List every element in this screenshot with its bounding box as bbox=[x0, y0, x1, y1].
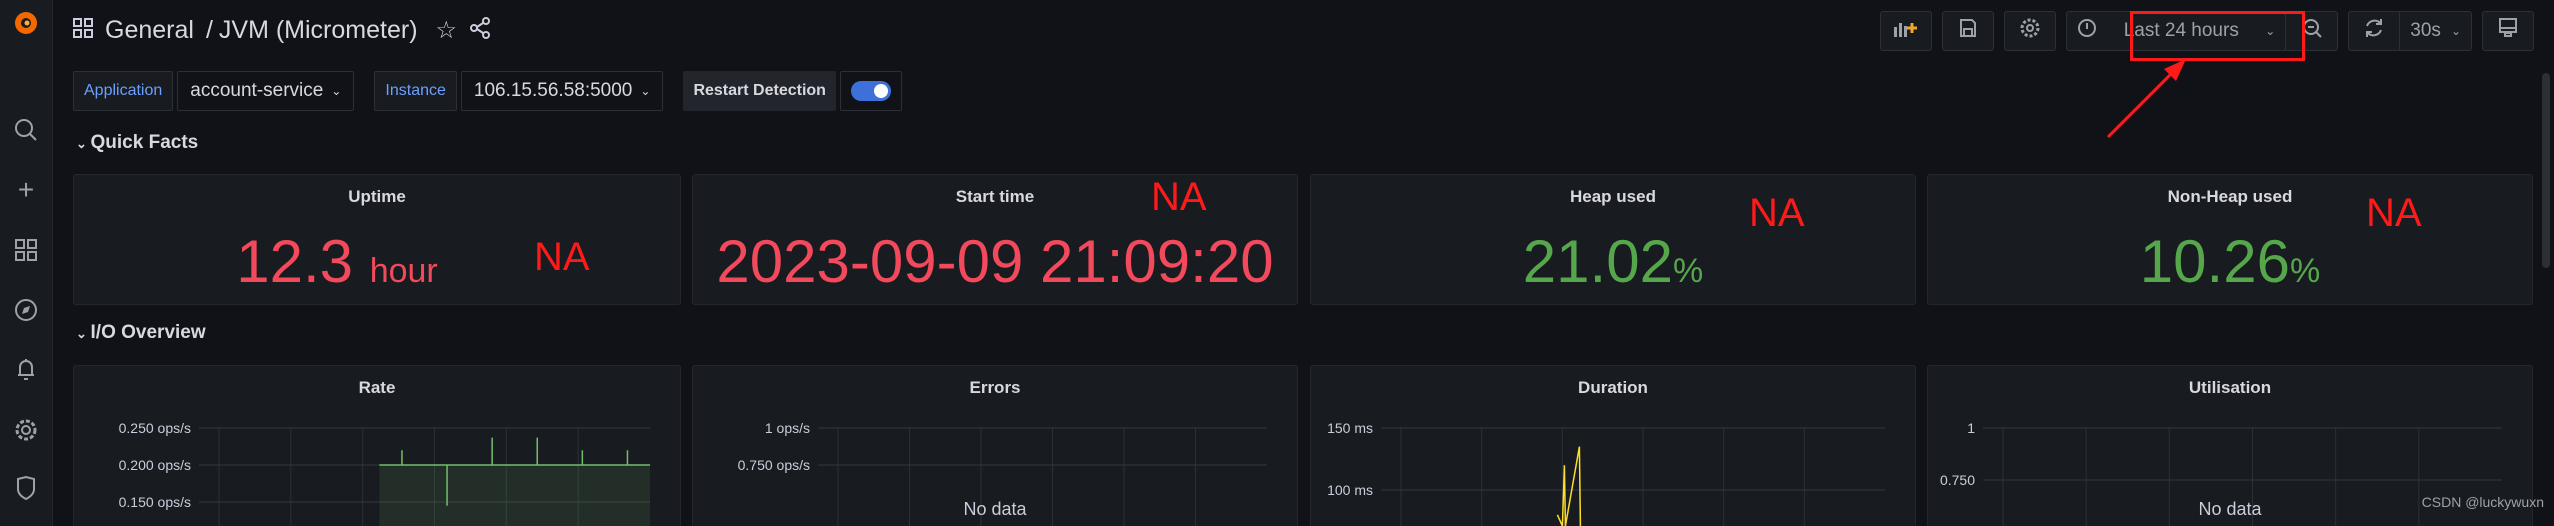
series-area bbox=[379, 465, 650, 526]
y-tick-label: 100 ms bbox=[1327, 482, 1373, 498]
chevron-down-icon: ⌄ bbox=[76, 326, 91, 341]
duration-panel: Duration 150 ms 100 ms bbox=[1310, 365, 1916, 526]
breadcrumb-folder[interactable]: General bbox=[105, 16, 194, 45]
errors-panel: Errors 1 ops/s 0.750 ops/s No data bbox=[692, 365, 1298, 526]
breadcrumb-separator: / bbox=[205, 15, 213, 44]
restart-detection-label: Restart Detection bbox=[683, 71, 836, 111]
rate-panel: Rate 0.250 ops/s 0.200 ops/s 0.150 ops/s bbox=[73, 365, 681, 526]
restart-detection-toggle[interactable] bbox=[839, 71, 902, 111]
watermark: CSDN @luckywuxn bbox=[2421, 494, 2544, 510]
scrollbar[interactable] bbox=[2542, 73, 2550, 268]
dashboard-grid-icon bbox=[73, 17, 93, 43]
stat-value: 21.02% bbox=[1522, 228, 1704, 295]
application-select[interactable]: account-service ⌄ bbox=[177, 71, 355, 111]
clock-icon bbox=[2077, 18, 2097, 44]
non-heap-used-panel: Non-Heap used 10.26% NA bbox=[1927, 174, 2533, 305]
y-tick-label: 0.750 bbox=[1940, 472, 1975, 488]
explore-compass-icon[interactable] bbox=[10, 294, 42, 326]
instance-variable-label: Instance bbox=[374, 71, 457, 111]
annotation-na: NA bbox=[1749, 191, 1805, 235]
no-data-label: No data bbox=[963, 499, 1027, 519]
refresh-interval-label: 30s bbox=[2410, 20, 2441, 41]
panel-title: Uptime bbox=[348, 187, 406, 206]
star-icon[interactable]: ☆ bbox=[436, 16, 458, 45]
save-icon bbox=[1959, 18, 1977, 44]
application-value: account-service bbox=[190, 80, 324, 101]
application-variable-label: Application bbox=[73, 71, 174, 111]
alerting-bell-icon[interactable] bbox=[10, 354, 42, 386]
instance-select[interactable]: 106.15.56.58:5000 ⌄ bbox=[460, 71, 664, 111]
gear-icon bbox=[2019, 17, 2041, 45]
shield-icon[interactable] bbox=[10, 472, 42, 504]
y-tick-label: 1 ops/s bbox=[765, 420, 810, 436]
refresh-icon bbox=[2363, 17, 2385, 45]
dashboard-header: General / JVM (Micrometer) ☆ bbox=[73, 10, 491, 50]
grafana-logo-icon[interactable] bbox=[10, 6, 42, 38]
start-time-panel: Start time 2023-09-09 21:09:20 NA bbox=[692, 174, 1298, 305]
row-io-overview[interactable]: ⌄ I/O Overview bbox=[76, 322, 206, 344]
rate-chart[interactable]: 0.250 ops/s 0.200 ops/s 0.150 ops/s bbox=[74, 366, 680, 526]
instance-value: 106.15.56.58:5000 bbox=[473, 80, 633, 101]
annotation-arrow-icon bbox=[2106, 59, 2186, 139]
panel-title: Heap used bbox=[1570, 187, 1656, 206]
add-panel-icon bbox=[1892, 17, 1920, 45]
chevron-down-icon: ⌄ bbox=[331, 84, 342, 98]
y-tick-label: 0.200 ops/s bbox=[119, 457, 191, 473]
panel-title: Non-Heap used bbox=[2167, 187, 2293, 206]
annotation-na: NA bbox=[2366, 191, 2422, 235]
dashboard-title[interactable]: JVM (Micrometer) bbox=[219, 16, 418, 45]
dashboard-settings-button[interactable] bbox=[2004, 11, 2057, 51]
add-panel-button[interactable] bbox=[1880, 11, 1933, 51]
annotation-na: NA bbox=[1151, 175, 1207, 219]
row-quick-facts[interactable]: ⌄ Quick Facts bbox=[76, 132, 198, 154]
refresh-button[interactable] bbox=[2348, 11, 2401, 51]
stat-value: 10.26% bbox=[2139, 228, 2321, 295]
annotation-highlight-box bbox=[2130, 11, 2305, 61]
settings-gear-icon[interactable] bbox=[10, 414, 42, 446]
monitor-icon bbox=[2498, 17, 2518, 45]
plus-icon[interactable]: + bbox=[10, 174, 42, 206]
y-tick-label: 150 ms bbox=[1327, 420, 1373, 436]
y-tick-label: 0.250 ops/s bbox=[119, 420, 191, 436]
chevron-down-icon: ⌄ bbox=[640, 84, 651, 98]
y-tick-label: 1 bbox=[1967, 420, 1975, 436]
refresh-interval-picker[interactable]: 30s ⌄ bbox=[2400, 11, 2472, 51]
y-tick-label: 0.150 ops/s bbox=[119, 494, 191, 510]
toggle-switch[interactable] bbox=[850, 81, 891, 101]
save-dashboard-button[interactable] bbox=[1942, 11, 1995, 51]
stat-value: 2023-09-09 21:09:20 bbox=[716, 228, 1274, 295]
uptime-panel: Uptime 12.3 hour NA bbox=[73, 174, 681, 305]
variables-bar: Application account-service ⌄ Instance 10… bbox=[73, 71, 902, 111]
share-icon[interactable] bbox=[469, 16, 491, 44]
row-title: Quick Facts bbox=[90, 132, 199, 153]
search-icon[interactable] bbox=[10, 114, 42, 146]
chevron-down-icon: ⌄ bbox=[2450, 24, 2461, 38]
heap-used-panel: Heap used 21.02% NA bbox=[1310, 174, 1916, 305]
row-title: I/O Overview bbox=[90, 322, 206, 343]
series-line bbox=[1556, 446, 1582, 526]
duration-chart[interactable]: 150 ms 100 ms bbox=[1311, 366, 1915, 526]
tv-mode-button[interactable] bbox=[2482, 11, 2534, 51]
y-tick-label: 0.750 ops/s bbox=[738, 457, 810, 473]
annotation-na: NA bbox=[534, 235, 590, 279]
chevron-down-icon: ⌄ bbox=[76, 136, 91, 151]
